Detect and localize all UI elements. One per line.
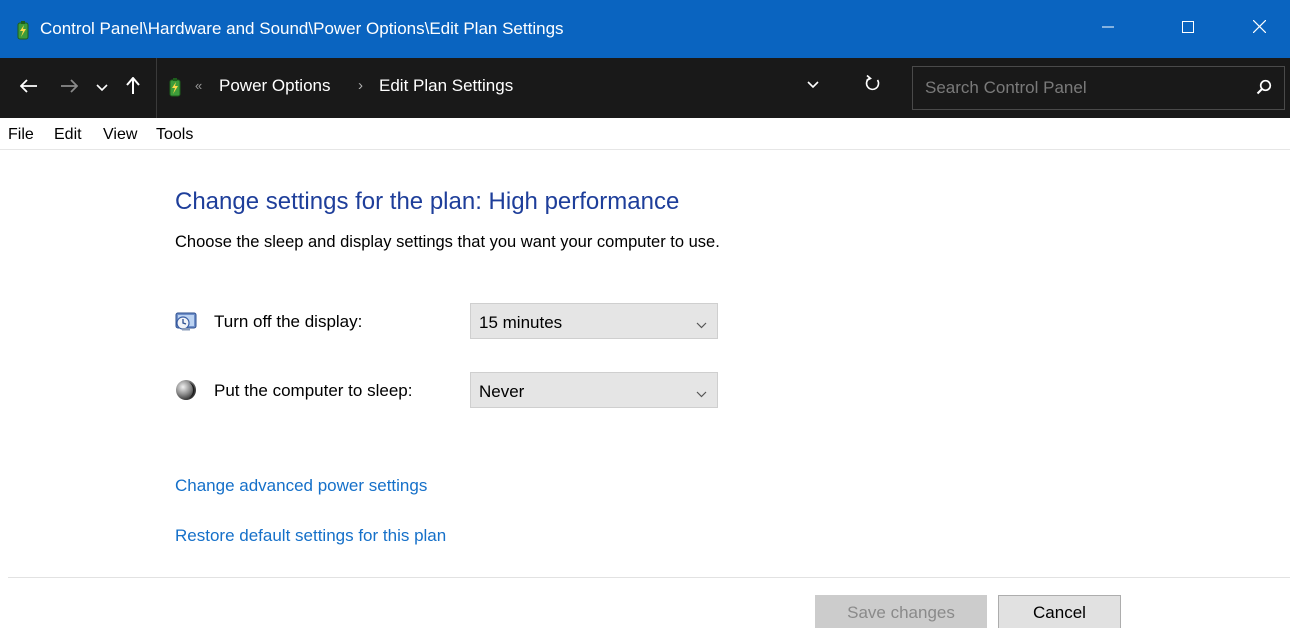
save-changes-button[interactable]: Save changes [815, 595, 987, 628]
breadcrumb-edit-plan-settings[interactable]: Edit Plan Settings [379, 76, 513, 96]
menu-bar: File Edit View Tools [0, 118, 1290, 150]
recent-locations-button[interactable] [90, 70, 114, 106]
display-clock-icon [175, 310, 197, 332]
refresh-icon [865, 74, 880, 91]
moon-sleep-icon [175, 379, 197, 401]
title-bar: Control Panel\Hardware and Sound\Power O… [0, 0, 1290, 58]
breadcrumb-overflow[interactable]: « [195, 78, 202, 93]
sleep-timeout-label: Put the computer to sleep: [214, 381, 413, 400]
up-button[interactable] [118, 70, 148, 106]
breadcrumb-power-options[interactable]: Power Options [219, 76, 331, 96]
search-box[interactable] [912, 66, 1285, 110]
display-timeout-value: 15 minutes [479, 313, 563, 332]
back-button[interactable] [12, 70, 46, 106]
restore-defaults-link[interactable]: Restore default settings for this plan [175, 526, 446, 546]
chevron-down-icon [807, 81, 819, 89]
sleep-timeout-value: Never [479, 382, 525, 401]
refresh-button[interactable] [865, 74, 881, 97]
page-description: Choose the sleep and display settings th… [175, 233, 720, 251]
search-icon[interactable] [1256, 79, 1272, 100]
sleep-timeout-row: Put the computer to sleep: Never [175, 372, 735, 408]
address-box[interactable]: « Power Options › Edit Plan Settings [156, 58, 901, 118]
menu-view[interactable]: View [103, 126, 137, 144]
menu-edit[interactable]: Edit [54, 126, 82, 144]
footer-divider [8, 577, 1290, 578]
display-timeout-select[interactable]: 15 minutes [470, 303, 718, 339]
address-bar: « Power Options › Edit Plan Settings [0, 58, 1290, 118]
display-timeout-row: Turn off the display: 15 minutes [175, 303, 735, 339]
forward-button[interactable] [52, 70, 86, 106]
back-arrow-icon [19, 78, 38, 98]
close-button[interactable] [1228, 0, 1290, 58]
recent-chevron-icon [96, 79, 108, 97]
maximize-icon [1182, 20, 1194, 38]
up-arrow-icon [126, 75, 140, 100]
address-history-button[interactable] [807, 76, 819, 94]
minimize-button[interactable] [1068, 0, 1148, 58]
menu-tools[interactable]: Tools [156, 126, 193, 144]
power-battery-icon [167, 77, 183, 102]
close-icon [1252, 19, 1266, 38]
power-battery-icon [15, 20, 31, 40]
window-title: Control Panel\Hardware and Sound\Power O… [40, 19, 564, 38]
display-timeout-label: Turn off the display: [214, 312, 363, 331]
chevron-down-icon [696, 385, 707, 403]
advanced-power-settings-link[interactable]: Change advanced power settings [175, 476, 427, 496]
cancel-button[interactable]: Cancel [998, 595, 1121, 628]
search-input[interactable] [913, 67, 1243, 109]
forward-arrow-icon [60, 78, 79, 98]
minimize-icon [1102, 20, 1114, 38]
sleep-timeout-select[interactable]: Never [470, 372, 718, 408]
maximize-button[interactable] [1148, 0, 1228, 58]
menu-file[interactable]: File [8, 126, 34, 144]
chevron-down-icon [696, 316, 707, 334]
breadcrumb-separator[interactable]: › [358, 77, 363, 94]
page-title: Change settings for the plan: High perfo… [175, 188, 680, 215]
